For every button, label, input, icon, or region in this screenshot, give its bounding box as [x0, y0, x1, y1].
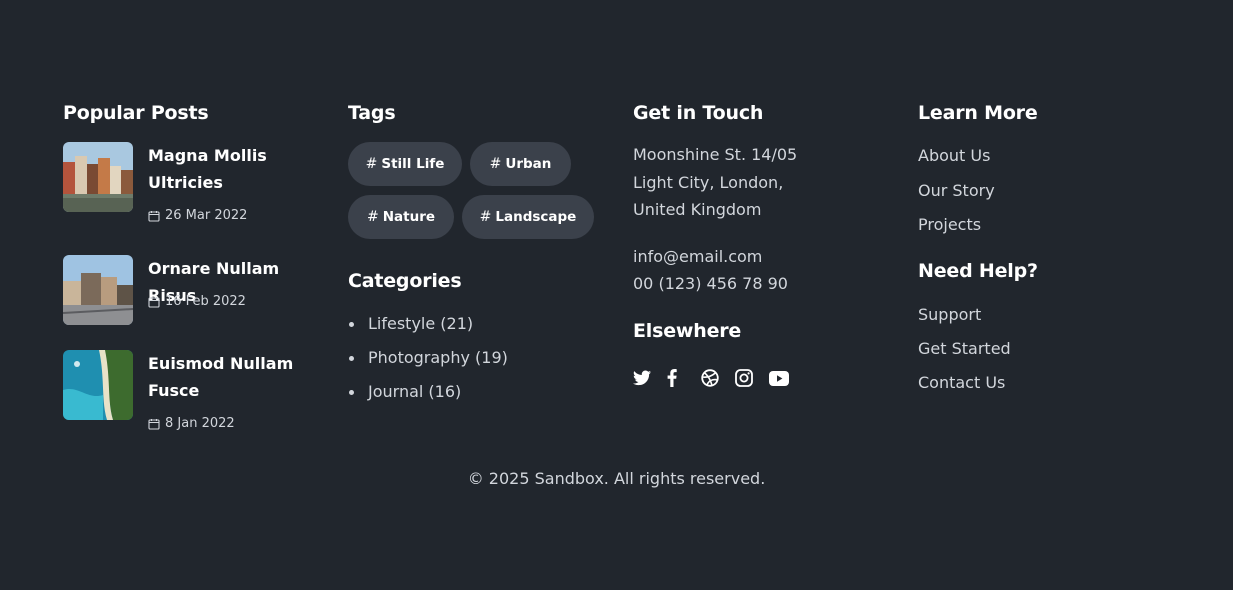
- tag-label: Nature: [382, 209, 436, 225]
- address: Moonshine St. 14/05 Light City, London, …: [633, 141, 833, 224]
- popular-posts-heading: Popular Posts: [63, 102, 209, 124]
- post-date: 26 Mar 2022: [148, 208, 247, 223]
- social-links: [633, 368, 803, 388]
- address-line: Light City, London,: [633, 172, 784, 192]
- link-contact-us[interactable]: Contact Us: [918, 373, 1005, 392]
- post-thumbnail[interactable]: [63, 255, 133, 325]
- hash-icon: #: [489, 156, 502, 172]
- learn-more-heading: Learn More: [918, 102, 1038, 124]
- link-about-us[interactable]: About Us: [918, 146, 990, 165]
- categories-list: Lifestyle (21) Photography (19) Journal …: [348, 307, 508, 409]
- need-help-heading: Need Help?: [918, 260, 1038, 282]
- hash-icon: #: [365, 156, 378, 172]
- link-get-started[interactable]: Get Started: [918, 339, 1011, 358]
- tag-label: Landscape: [495, 209, 577, 225]
- youtube-icon[interactable]: [769, 368, 803, 388]
- contact-widget: Get in Touch Moonshine St. 14/05 Light C…: [633, 100, 898, 387]
- tag-urban[interactable]: # Urban: [470, 142, 571, 186]
- post-date-text: 16 Feb 2022: [165, 294, 246, 309]
- tags-widget: Tags # Still Life # Urban # Nature # Lan…: [348, 100, 613, 401]
- phone-number: 00 (123) 456 78 90: [633, 274, 788, 293]
- elsewhere-heading: Elsewhere: [633, 320, 742, 342]
- hash-icon: #: [366, 209, 379, 225]
- categories-heading: Categories: [348, 270, 462, 292]
- link-our-story[interactable]: Our Story: [918, 181, 995, 200]
- calendar-icon: [148, 210, 160, 222]
- post-date: 8 Jan 2022: [148, 416, 235, 431]
- learn-more-widget: Learn More About Us Our Story Projects N…: [918, 100, 1183, 392]
- post-date-text: 8 Jan 2022: [165, 416, 235, 431]
- tag-label: Urban: [505, 156, 552, 172]
- twitter-icon[interactable]: [633, 368, 667, 388]
- tag-landscape[interactable]: # Landscape: [462, 195, 594, 239]
- dribbble-icon[interactable]: [701, 368, 735, 388]
- link-projects[interactable]: Projects: [918, 215, 981, 234]
- tag-label: Still Life: [381, 156, 445, 172]
- post-thumbnail[interactable]: [63, 350, 133, 420]
- link-support[interactable]: Support: [918, 305, 981, 324]
- category-item[interactable]: Photography (19): [348, 341, 508, 375]
- popular-posts-widget: Popular Posts Magna Mollis Ultricies 26 …: [63, 100, 328, 431]
- post-date: 16 Feb 2022: [148, 294, 246, 309]
- tag-still-life[interactable]: # Still Life: [348, 142, 462, 186]
- tags-heading: Tags: [348, 102, 396, 124]
- category-item[interactable]: Lifestyle (21): [348, 307, 508, 341]
- contact-heading: Get in Touch: [633, 102, 764, 124]
- facebook-icon[interactable]: [667, 368, 701, 388]
- post-title[interactable]: Magna Mollis Ultricies: [148, 142, 328, 196]
- address-line: Moonshine St. 14/05: [633, 145, 798, 164]
- calendar-icon: [148, 418, 160, 430]
- post-date-text: 26 Mar 2022: [165, 208, 248, 223]
- calendar-icon: [148, 296, 160, 308]
- email-link[interactable]: info@email.com: [633, 247, 762, 266]
- post-thumbnail[interactable]: [63, 142, 133, 212]
- category-item[interactable]: Journal (16): [348, 375, 508, 409]
- hash-icon: #: [479, 209, 492, 225]
- post-title[interactable]: Euismod Nullam Fusce: [148, 350, 328, 404]
- tag-nature[interactable]: # Nature: [348, 195, 454, 239]
- copyright-text: © 2025 Sandbox. All rights reserved.: [467, 469, 766, 488]
- address-line: United Kingdom: [633, 200, 762, 219]
- instagram-icon[interactable]: [735, 368, 769, 388]
